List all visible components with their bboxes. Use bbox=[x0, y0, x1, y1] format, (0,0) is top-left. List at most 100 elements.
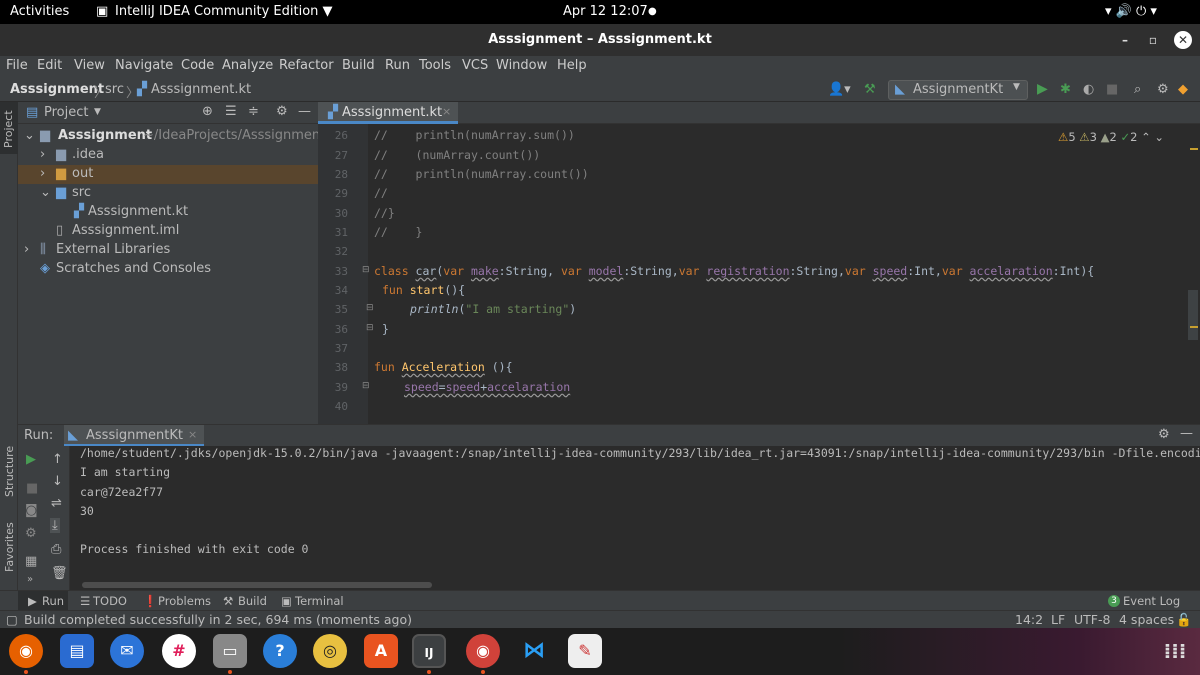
project-view-selector[interactable]: Project bbox=[44, 105, 88, 120]
menu-run[interactable]: Run bbox=[385, 58, 410, 73]
tree-root[interactable]: ⌄ ▆ Asssignment ~/IdeaProjects/Asssignme… bbox=[18, 127, 325, 146]
menu-navigate[interactable]: Navigate bbox=[115, 58, 173, 73]
menu-tools[interactable]: Tools bbox=[419, 58, 451, 73]
run-tool-button[interactable]: ▶ Run bbox=[18, 591, 68, 610]
expand-all-icon[interactable]: ☰ bbox=[225, 104, 237, 119]
collapse-all-icon[interactable]: ≑ bbox=[248, 104, 259, 119]
gear-icon[interactable]: ⚙ bbox=[1158, 427, 1170, 442]
tree-item-scratches[interactable]: ◈ Scratches and Consoles bbox=[18, 260, 318, 279]
restore-button[interactable]: ▫ bbox=[1143, 30, 1163, 50]
clock[interactable]: Apr 12 12:07 bbox=[563, 4, 648, 19]
dump-threads-icon[interactable]: ⚙ bbox=[25, 526, 37, 541]
scroll-to-end-icon[interactable]: ⤓ bbox=[50, 518, 60, 533]
favorites-tool-label[interactable]: Favorites bbox=[3, 522, 16, 572]
vscode-icon[interactable]: ⋈ bbox=[517, 634, 551, 668]
app-menu-icon[interactable]: ▣ bbox=[96, 4, 108, 19]
close-tab-icon[interactable]: × bbox=[442, 105, 451, 118]
tree-item-external-libraries[interactable]: › ⫼ External Libraries bbox=[18, 241, 318, 260]
thunderbird-icon[interactable]: ✉ bbox=[110, 634, 144, 668]
camera-icon[interactable]: ◙ bbox=[25, 503, 38, 518]
settings-icon[interactable]: ⚙ bbox=[1157, 82, 1169, 97]
gear-icon[interactable]: ⚙ bbox=[276, 104, 288, 119]
locate-icon[interactable]: ⊕ bbox=[202, 104, 213, 119]
project-tool-button[interactable]: Project bbox=[0, 102, 18, 154]
coverage-icon[interactable]: ◐ bbox=[1083, 82, 1094, 97]
run-config-dropdown[interactable]: ◣ AssignmentKt ▼ bbox=[888, 80, 1028, 100]
arrow-down-icon[interactable]: ↓ bbox=[52, 474, 63, 489]
caret-position[interactable]: 14:2 bbox=[1015, 612, 1043, 627]
tree-item-idea[interactable]: › ▆ .idea bbox=[18, 146, 318, 165]
event-log-button[interactable]: Event Log bbox=[1123, 594, 1180, 608]
close-tab-icon[interactable]: × bbox=[188, 428, 197, 441]
tree-item-src[interactable]: ⌄ ▆ src bbox=[18, 184, 318, 203]
structure-tool-label[interactable]: Structure bbox=[3, 446, 16, 497]
menu-build[interactable]: Build bbox=[342, 58, 375, 73]
debug-icon[interactable]: ✱ bbox=[1060, 82, 1071, 97]
trash-icon[interactable]: 🗑 bbox=[51, 566, 68, 581]
hide-icon[interactable]: — bbox=[1180, 426, 1193, 441]
more-icon[interactable]: » bbox=[27, 574, 33, 585]
lock-icon[interactable]: 🔓 bbox=[1176, 612, 1192, 628]
print-icon[interactable]: ⎙ bbox=[51, 542, 61, 557]
system-tray-icons[interactable]: ▾ 🔊 ⏻ ▾ bbox=[1105, 4, 1157, 19]
menu-view[interactable]: View bbox=[74, 58, 105, 73]
editor-tab-active[interactable]: ▞ Asssignment.kt × bbox=[318, 102, 458, 124]
tree-item-out[interactable]: › ▆ out bbox=[18, 165, 318, 184]
menu-file[interactable]: File bbox=[6, 58, 28, 73]
problems-tool-button[interactable]: Problems bbox=[158, 594, 211, 608]
rhythmbox-icon[interactable]: ◎ bbox=[313, 634, 347, 668]
terminal-tool-button[interactable]: Terminal bbox=[295, 594, 344, 608]
horizontal-scrollbar[interactable] bbox=[82, 582, 432, 588]
error-stripe-mark[interactable] bbox=[1190, 326, 1198, 328]
run-icon[interactable]: ▶ bbox=[1037, 81, 1048, 97]
software-icon[interactable]: A bbox=[364, 634, 398, 668]
code-area[interactable]: // println(numArray.sum()) // (numArray.… bbox=[318, 124, 1200, 424]
help-icon[interactable]: ? bbox=[263, 634, 297, 668]
intellij-icon[interactable]: IJ bbox=[412, 634, 446, 668]
build-tool-button[interactable]: Build bbox=[238, 594, 267, 608]
todo-tool-button[interactable]: TODO bbox=[93, 594, 127, 608]
status-message[interactable]: Build completed successfully in 2 sec, 6… bbox=[24, 612, 412, 627]
stop-icon[interactable]: ■ bbox=[26, 481, 38, 496]
docs-icon[interactable]: ▤ bbox=[60, 634, 94, 668]
file-encoding[interactable]: UTF-8 bbox=[1074, 612, 1110, 627]
build-hammer-icon[interactable]: ⚒ bbox=[864, 82, 876, 97]
text-editor-icon[interactable]: ✎ bbox=[568, 634, 602, 668]
firefox-icon[interactable]: ◉ bbox=[9, 634, 43, 668]
close-button[interactable]: ✕ bbox=[1174, 31, 1192, 49]
status-window-icon[interactable]: ▢ bbox=[6, 612, 18, 627]
menu-window[interactable]: Window bbox=[496, 58, 547, 73]
user-icon[interactable]: 👤▾ bbox=[828, 82, 851, 97]
breadcrumb-file[interactable]: Asssignment.kt bbox=[151, 82, 251, 97]
slack-icon[interactable]: # bbox=[162, 634, 196, 668]
show-apps-icon[interactable]: ⁞⁞⁞ bbox=[1158, 634, 1192, 668]
breadcrumb-project[interactable]: Asssignment bbox=[10, 82, 104, 97]
layout-icon[interactable]: ▦ bbox=[25, 554, 37, 569]
chevron-down-icon[interactable]: ▼ bbox=[94, 107, 101, 117]
files-icon[interactable]: ▭ bbox=[213, 634, 247, 668]
plugin-icon[interactable]: ◆ bbox=[1178, 82, 1188, 97]
indent-setting[interactable]: 4 spaces bbox=[1119, 612, 1174, 627]
chrome-icon[interactable]: ◉ bbox=[466, 634, 500, 668]
rerun-icon[interactable]: ▶ bbox=[26, 452, 36, 467]
activities-button[interactable]: Activities bbox=[10, 4, 69, 19]
minimize-button[interactable]: – bbox=[1115, 30, 1135, 50]
menu-vcs[interactable]: VCS bbox=[462, 58, 488, 73]
tree-item-kt-file[interactable]: ▞ Asssignment.kt bbox=[18, 203, 318, 222]
console-output[interactable]: /home/student/.jdks/openjdk-15.0.2/bin/j… bbox=[70, 446, 1200, 590]
app-menu[interactable]: IntelliJ IDEA Community Edition ▼ bbox=[115, 4, 333, 19]
line-separator[interactable]: LF bbox=[1051, 612, 1065, 627]
arrow-up-icon[interactable]: ↑ bbox=[52, 452, 63, 467]
menu-edit[interactable]: Edit bbox=[37, 58, 62, 73]
menu-analyze[interactable]: Analyze bbox=[222, 58, 273, 73]
stop-icon[interactable]: ■ bbox=[1106, 82, 1118, 97]
soft-wrap-icon[interactable]: ⇌ bbox=[51, 496, 62, 511]
menu-refactor[interactable]: Refactor bbox=[279, 58, 334, 73]
editor-scrollbar[interactable] bbox=[1188, 290, 1198, 340]
run-tab[interactable]: ◣ AsssignmentKt × bbox=[64, 425, 204, 447]
menu-help[interactable]: Help bbox=[557, 58, 587, 73]
hide-icon[interactable]: — bbox=[298, 104, 311, 119]
breadcrumb-folder[interactable]: src bbox=[105, 82, 124, 97]
menu-code[interactable]: Code bbox=[181, 58, 214, 73]
tree-item-iml[interactable]: ▯ Asssignment.iml bbox=[18, 222, 318, 241]
